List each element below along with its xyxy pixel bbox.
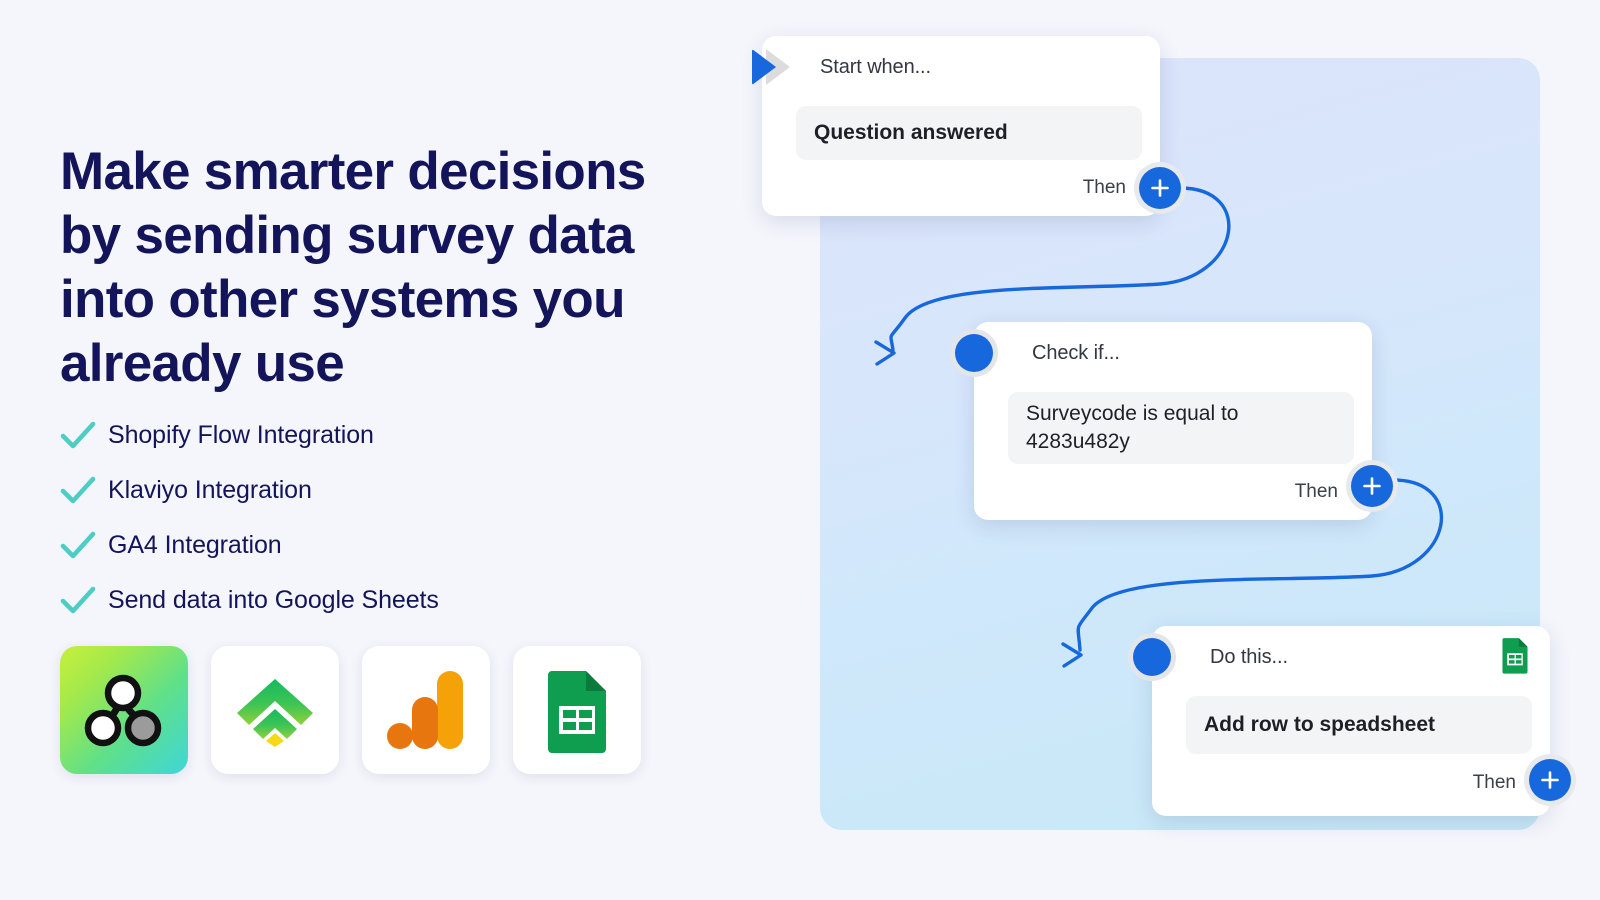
then-label: Then [1472,772,1516,793]
feature-label: GA4 Integration [108,531,282,559]
check-icon [60,476,96,503]
then-label: Then [1294,481,1338,502]
google-sheets-icon [548,671,606,753]
card-header-label: Start when... [820,55,931,78]
plus-icon [1529,759,1571,801]
plus-glyph [1151,179,1169,197]
add-step-button[interactable] [1346,460,1398,512]
node-dot [955,334,993,372]
feature-item-ga4: GA4 Integration [60,518,680,573]
feature-list: Shopify Flow Integration Klaviyo Integra… [60,408,680,628]
plus-icon [1351,465,1393,507]
hero-left-column: Make smarter decisions by sending survey… [0,0,720,900]
add-step-button[interactable] [1524,754,1576,806]
feature-item-google-sheets: Send data into Google Sheets [60,573,680,628]
check-icon [60,586,96,613]
play-triangle-icon [752,49,790,85]
node-dot-icon [950,329,998,377]
feature-label: Klaviyo Integration [108,476,312,504]
action-chip-text: Add row to speadsheet [1204,713,1436,737]
google-analytics-icon [387,671,463,749]
shopify-flow-logo [60,646,188,774]
shopify-flow-icon [84,674,162,747]
feature-item-klaviyo: Klaviyo Integration [60,463,680,518]
action-chip[interactable]: Add row to speadsheet [1186,696,1532,754]
workflow-canvas: Start when... Question answered Then Che… [640,0,1600,900]
google-sheets-logo [513,646,641,774]
google-analytics-logo [362,646,490,774]
flow-card-condition[interactable]: Check if... Surveycode is equal to 4283u… [950,322,1398,520]
then-label: Then [1082,177,1126,198]
card-header-label: Do this... [1210,645,1288,668]
check-icon [60,531,96,558]
feature-label: Send data into Google Sheets [108,586,439,614]
plus-icon [1139,167,1181,209]
integration-logo-row [60,646,641,774]
plus-glyph [1541,771,1559,789]
add-step-button[interactable] [1134,162,1186,214]
trigger-chip[interactable]: Question answered [796,106,1142,160]
card-header-label: Check if... [1032,341,1120,364]
plus-glyph [1363,477,1381,495]
condition-chip-text: Surveycode is equal to 4283u482y [1026,402,1239,453]
klaviyo-logo [211,646,339,774]
condition-chip[interactable]: Surveycode is equal to 4283u482y [1008,392,1354,464]
flow-card-action[interactable]: Do this... Add row to speadsheet Then [1128,626,1576,816]
flow-card-trigger[interactable]: Start when... Question answered Then [752,36,1186,216]
page-title: Make smarter decisions by sending survey… [60,141,646,393]
feature-item-shopify-flow: Shopify Flow Integration [60,408,680,463]
feature-label: Shopify Flow Integration [108,421,374,449]
klaviyo-icon [237,679,313,747]
google-sheets-icon [1502,638,1528,674]
node-dot [1133,638,1171,676]
node-dot-icon [1128,633,1176,681]
check-icon [60,421,96,448]
trigger-chip-text: Question answered [814,121,1008,145]
